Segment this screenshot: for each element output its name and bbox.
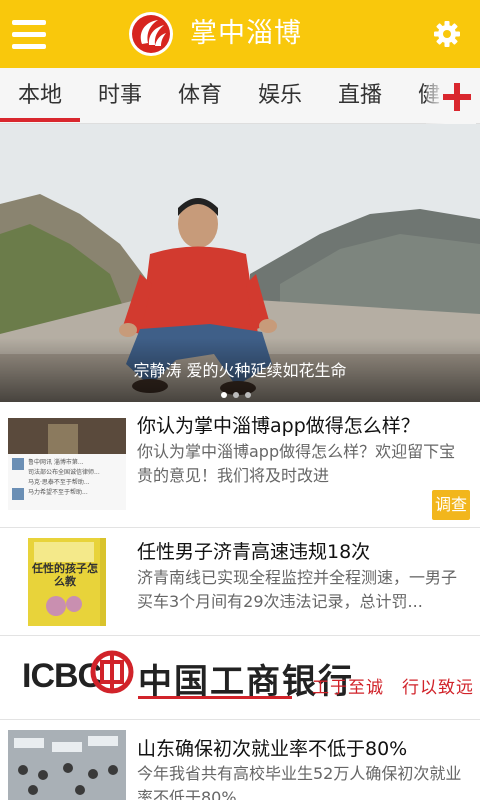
tab-sports[interactable]: 体育 — [178, 68, 222, 123]
tab-current-affairs[interactable]: 时事 — [98, 68, 142, 123]
survey-badge: 调查 — [432, 490, 470, 520]
news-item[interactable]: 任性的孩子怎么教 任性男子济青高速违规18次 济青南线已实现全程监控并全程测速，… — [0, 528, 480, 636]
book-cover-title: 任性的孩子怎么教 — [32, 562, 98, 588]
app-logo — [129, 12, 173, 56]
ad-slogan: 工于至诚 行以致远 — [312, 678, 474, 698]
icbc-ad-banner[interactable]: ICBC 中国工商银行 工于至诚 行以致远 — [0, 636, 480, 720]
news-thumbnail — [8, 730, 126, 800]
carousel-dot[interactable] — [245, 392, 251, 398]
active-tab-indicator — [0, 118, 80, 122]
app-title: 掌中淄博 — [190, 18, 302, 49]
carousel-dot-active[interactable] — [221, 392, 227, 398]
news-item[interactable]: 鲁中网讯 淄博市第... 司法部公布全国诚信律师... 马克·思泰不至于帮助..… — [0, 402, 480, 528]
news-summary: 今年我省共有高校毕业生52万人确保初次就业率不低于80% — [137, 764, 462, 800]
tab-entertainment[interactable]: 娱乐 — [258, 68, 302, 123]
banner-carousel[interactable]: 宗静涛 爱的火种延续如花生命 — [0, 124, 480, 402]
add-tab-button[interactable] — [426, 68, 476, 124]
gear-icon[interactable] — [432, 19, 462, 49]
app-root: 掌中淄博 本地 时事 体育 娱乐 直播 健 — [0, 0, 480, 800]
banner-caption: 宗静涛 爱的火种延续如花生命 — [133, 361, 347, 380]
category-tabs: 本地 时事 体育 娱乐 直播 健 — [0, 68, 480, 124]
carousel-dot[interactable] — [233, 392, 239, 398]
tab-local[interactable]: 本地 — [18, 68, 62, 123]
news-summary: 济青南线已实现全程监控并全程测速，一男子买车3个月间有29次违法记录，总计罚..… — [137, 568, 458, 611]
app-header: 掌中淄博 — [0, 0, 480, 68]
news-title: 任性男子济青高速违规18次 — [137, 541, 371, 563]
news-title: 你认为掌中淄博app做得怎么样？ — [137, 415, 420, 437]
news-item[interactable]: 山东确保初次就业率不低于80% 今年我省共有高校毕业生52万人确保初次就业率不低… — [0, 720, 480, 800]
tab-live[interactable]: 直播 — [338, 68, 382, 123]
ad-divider — [138, 696, 292, 699]
icbc-logo — [90, 650, 134, 694]
thumbnail-text: 鲁中网讯 淄博市第... 司法部公布全国诚信律师... 马克·思泰不至于帮助..… — [28, 459, 100, 496]
news-thumbnail: 鲁中网讯 淄博市第... 司法部公布全国诚信律师... 马克·思泰不至于帮助..… — [8, 418, 126, 510]
plus-icon — [443, 83, 471, 111]
menu-icon[interactable] — [12, 18, 48, 50]
news-summary: 你认为掌中淄博app做得怎么样？欢迎留下宝贵的意见！我们将及时改进 — [137, 442, 456, 485]
news-thumbnail: 任性的孩子怎么教 — [8, 536, 126, 628]
news-title: 山东确保初次就业率不低于80% — [137, 738, 408, 760]
job-fair-image — [8, 730, 126, 800]
